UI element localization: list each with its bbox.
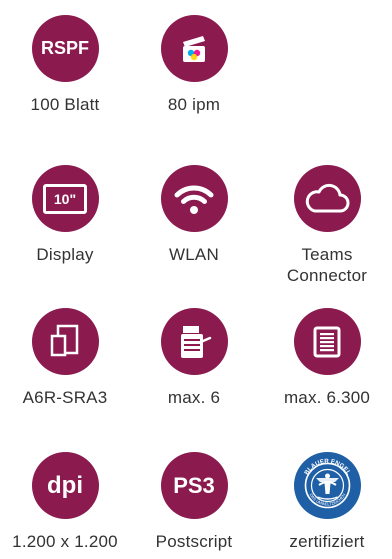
feature-label: Display — [36, 245, 94, 264]
feature-postscript: PS3 Postscript — [129, 452, 259, 552]
feature-wlan: WLAN — [129, 165, 259, 265]
feature-paper-trays: max. 6 — [129, 308, 259, 408]
feature-label: 100 Blatt — [30, 95, 100, 114]
display-10-icon: 10" — [31, 165, 99, 232]
feature-scan-speed: 80 ipm — [129, 15, 259, 115]
paper-trays-icon — [160, 308, 228, 375]
feature-paper-capacity: max. 6.300 — [262, 308, 392, 408]
wifi-icon — [160, 165, 228, 232]
feature-teams-connector: Teams Connector — [262, 165, 392, 286]
feature-label: 1.200 x 1.200 — [12, 532, 118, 551]
feature-paper-sizes: A6R-SRA3 — [0, 308, 130, 408]
feature-label: 80 ipm — [167, 95, 221, 114]
paper-stack-icon — [293, 308, 361, 375]
feature-label: Postscript — [155, 532, 233, 551]
feature-label: A6R-SRA3 — [22, 388, 108, 407]
feature-rspf: RSPF 100 Blatt — [0, 15, 130, 115]
rspf-icon: RSPF — [31, 15, 99, 82]
feature-label: max. 6.300 — [283, 388, 371, 407]
paper-sizes-icon — [31, 308, 99, 375]
dpi-icon: dpi — [31, 452, 99, 519]
feature-label: WLAN — [169, 245, 219, 264]
blauer-engel-icon: BLAUER ENGEL DAS UMWELTZEICHEN — [293, 452, 361, 519]
feature-display: 10" Display — [0, 165, 130, 265]
feature-certification: BLAUER ENGEL DAS UMWELTZEICHEN zertifizi… — [262, 452, 392, 552]
feature-label: Teams Connector — [286, 245, 368, 285]
feature-label: max. 6 — [167, 388, 221, 407]
scanner-speed-icon — [160, 15, 228, 82]
feature-resolution: dpi 1.200 x 1.200 — [0, 452, 130, 552]
cloud-icon — [293, 165, 361, 232]
ps3-icon: PS3 — [160, 452, 228, 519]
feature-label: zertifiziert — [289, 532, 365, 551]
